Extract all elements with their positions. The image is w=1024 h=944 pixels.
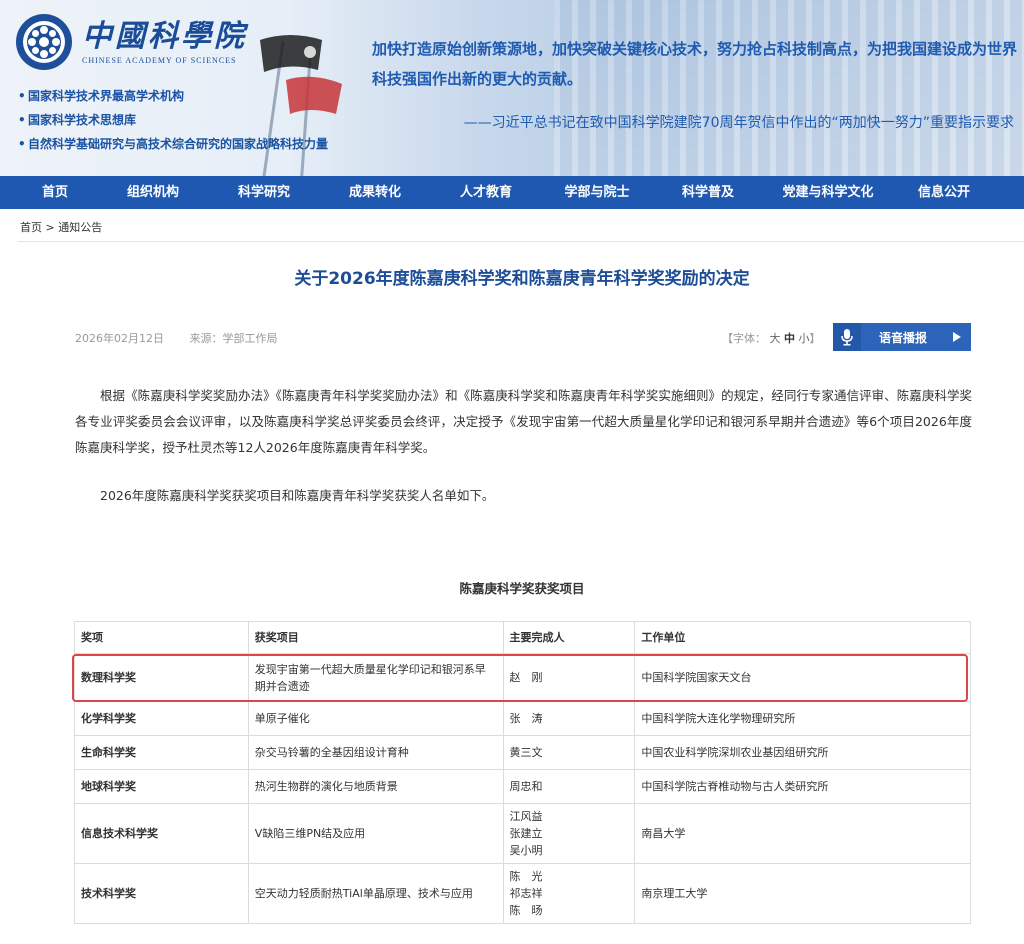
nav-item-achievements[interactable]: 成果转化 [320,176,430,209]
tagline-item: • 国家科学技术思想库 [18,113,137,127]
font-size-label-end: 】 [809,332,821,345]
table-header-cell: 奖项 [74,621,249,654]
article-paragraph: 2026年度陈嘉庚科学奖获奖项目和陈嘉庚青年科学奖获奖人名单如下。 [100,488,495,503]
header-banner: 中國科學院 CHINESE ACADEMY OF SCIENCES • 国家科学技… [0,0,1024,176]
table-row: 技术科学奖 空天动力轻质耐热TiAl单晶原理、技术与应用 陈 光 祁志祥 陈 旸… [74,863,971,924]
org-cell: 中国科学院国家天文台 [634,653,971,702]
nav-item-research[interactable]: 科学研究 [208,176,320,209]
nav-item-party-culture[interactable]: 党建与科学文化 [764,176,892,209]
project-cell: 杂交马铃薯的全基因组设计育种 [247,735,504,770]
logo-chinese-name: 中國科學院 [82,18,247,54]
play-icon [953,332,961,342]
project-cell: V缺陷三维PN结及应用 [247,803,504,864]
people-cell: 周忠和 [502,769,636,804]
project-cell: 空天动力轻质耐热TiAl单晶原理、技术与应用 [247,863,504,924]
person-name: 陈 光 [509,870,543,883]
nav-item-science-popularization[interactable]: 科学普及 [652,176,764,209]
microphone-icon [833,323,861,351]
table-header-cell: 工作单位 [634,621,971,654]
font-size-large-button[interactable]: 大 [770,332,781,345]
article-meta: 2026年02月12日 来源：学部工作局 [75,330,300,346]
person-name: 江风益 [509,810,543,823]
people-cell: 赵 刚 [502,653,636,702]
person-name: 祁志祥 [509,887,543,900]
table-row: 数理科学奖 发现宇宙第一代超大质量星化学印记和银河系早期并合遗迹 赵 刚 中国科… [74,653,971,702]
table-header-cell: 主要完成人 [502,621,636,654]
table-title: 陈嘉庚科学奖获奖项目 [459,581,585,596]
logo-english-name: CHINESE ACADEMY OF SCIENCES [82,55,237,65]
main-nav: 首页 组织机构 科学研究 成果转化 人才教育 学部与院士 科学普及 党建与科学文… [0,176,1024,209]
award-cell: 数理科学奖 [74,653,249,702]
cas-logo[interactable]: 中國科學院 CHINESE ACADEMY OF SCIENCES [16,14,247,70]
org-cell: 中国科学院古脊椎动物与古人类研究所 [634,769,971,804]
person-name: 张建立 [509,827,543,840]
table-header-row: 奖项 获奖项目 主要完成人 工作单位 [74,621,971,654]
org-cell: 中国农业科学院深圳农业基因组研究所 [634,735,971,770]
awards-table: 奖项 获奖项目 主要完成人 工作单位 数理科学奖 发现宇宙第一代超大质量星化学印… [74,621,971,924]
table-row: 信息技术科学奖 V缺陷三维PN结及应用 江风益 张建立 吴小明 南昌大学 [74,803,971,864]
tagline-item: • 国家科学技术界最高学术机构 [18,89,185,103]
nav-item-home[interactable]: 首页 [12,176,98,209]
breadcrumb: 首页 > 通知公告 [20,219,102,235]
voice-broadcast-label: 语音播报 [879,330,928,345]
article-title: 关于2026年度陈嘉庚科学奖和陈嘉庚青年科学奖奖励的决定 [294,269,750,289]
people-cell: 江风益 张建立 吴小明 [502,803,636,864]
tagline-list: • 国家科学技术界最高学术机构 • 国家科学技术思想库 • 自然科学基础研究与高技术综… [18,84,328,156]
cas-emblem-icon [16,14,72,70]
banner-quote-source: ——习近平总书记在致中国科学院建院70周年贺信中作出的“两加快一努力”重要指示要… [463,115,1014,131]
people-cell: 陈 光 祁志祥 陈 旸 [502,863,636,924]
banner-quote: 加快打造原始创新策源地，加快突破关键核心技术，努力抢占科技制高点，为把我国建设成… [372,40,1018,88]
article-source: 来源：学部工作局 [189,332,278,345]
article-paragraph: 根据《陈嘉庚科学奖奖励办法》《陈嘉庚青年科学奖奖励办法》和《陈嘉庚科学奖和陈嘉庚… [75,388,972,455]
table-header-cell: 获奖项目 [247,621,504,654]
award-cell: 化学科学奖 [74,701,249,736]
person-name: 吴小明 [509,844,543,857]
font-size-medium-button[interactable]: 中 [784,332,795,345]
award-cell: 技术科学奖 [74,863,249,924]
nav-item-organization[interactable]: 组织机构 [98,176,208,209]
award-cell: 生命科学奖 [74,735,249,770]
project-cell: 发现宇宙第一代超大质量星化学印记和银河系早期并合遗迹 [247,653,504,702]
org-cell: 南京理工大学 [634,863,971,924]
nav-item-talent-education[interactable]: 人才教育 [430,176,542,209]
award-cell: 地球科学奖 [74,769,249,804]
person-name: 陈 旸 [509,904,543,917]
people-cell: 张 涛 [502,701,636,736]
divider [18,241,1024,242]
breadcrumb-current[interactable]: 通知公告 [58,221,102,234]
font-size-switcher: 【字体： 大 中 小】 [722,330,821,346]
org-cell: 南昌大学 [634,803,971,864]
font-size-label: 【字体： [722,332,766,345]
project-cell: 热河生物群的演化与地质背景 [247,769,504,804]
tagline-item: • 自然科学基础研究与高技术综合研究的国家战略科技力量 [18,137,329,151]
people-cell: 黄三文 [502,735,636,770]
table-row: 地球科学奖 热河生物群的演化与地质背景 周忠和 中国科学院古脊椎动物与古人类研究… [74,769,971,804]
org-cell: 中国科学院大连化学物理研究所 [634,701,971,736]
breadcrumb-home-link[interactable]: 首页 [20,221,42,234]
award-cell: 信息技术科学奖 [74,803,249,864]
nav-item-information-disclosure[interactable]: 信息公开 [892,176,996,209]
project-cell: 单原子催化 [247,701,504,736]
article-date: 2026年02月12日 [75,332,164,345]
table-row: 生命科学奖 杂交马铃薯的全基因组设计育种 黄三文 中国农业科学院深圳农业基因组研… [74,735,971,770]
nav-item-academic-divisions[interactable]: 学部与院士 [542,176,652,209]
font-size-small-button[interactable]: 小 [799,332,810,345]
table-row: 化学科学奖 单原子催化 张 涛 中国科学院大连化学物理研究所 [74,701,971,736]
voice-broadcast-button[interactable]: 语音播报 [833,323,971,351]
breadcrumb-separator: > [45,221,55,234]
